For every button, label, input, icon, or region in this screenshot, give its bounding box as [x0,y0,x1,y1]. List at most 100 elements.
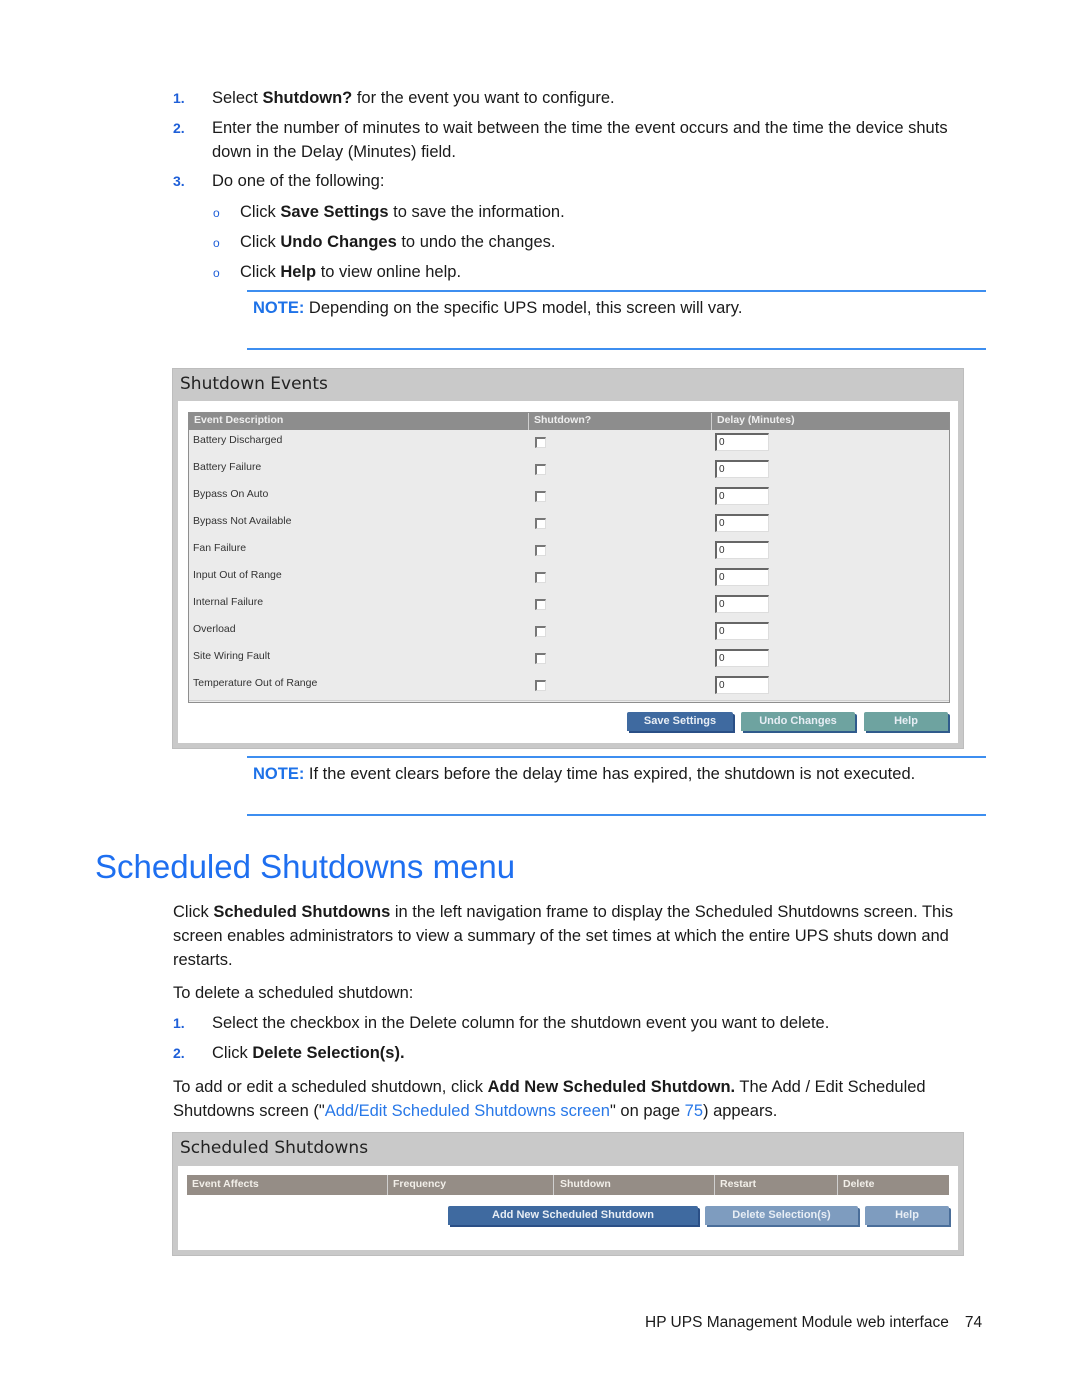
intro-line3: restarts. [173,951,233,969]
delete-step-1: Select the checkbox in the Delete column… [212,1014,830,1032]
shutdown-checkbox[interactable] [535,437,546,448]
step-1-text: Select Shutdown? for the event you want … [212,89,615,107]
delay-minutes-input[interactable] [715,433,769,451]
footer-title: HP UPS Management Module web interface [645,1314,949,1331]
header-separator [711,413,712,430]
col-shutdown: Shutdown? [534,414,592,426]
note-rule-top [247,756,986,758]
event-description: Site Wiring Fault [193,650,271,662]
note-rule-top [247,290,986,292]
scheduled-shutdowns-screen: Scheduled Shutdowns Event Affects Freque… [172,1132,964,1256]
header-separator [837,1175,838,1195]
shutdown-events-title: Shutdown Events [180,374,328,394]
col-event-affects: Event Affects [192,1178,259,1190]
note-rule-bottom [247,348,986,350]
event-description: Fan Failure [193,542,247,554]
col-event-description: Event Description [194,414,284,426]
table-row: Bypass Not Available [189,511,949,539]
intro-line2: screen enables administrators to view a … [173,927,949,945]
shutdown-checkbox[interactable] [535,626,546,637]
scheduled-shutdowns-panel: Event Affects Frequency Shutdown Restart… [178,1166,958,1250]
bullet-icon: o [213,236,220,250]
shutdown-checkbox[interactable] [535,680,546,691]
sub-bullet-save: Click Save Settings to save the informat… [240,203,565,221]
delay-minutes-input[interactable] [715,622,769,640]
col-delay: Delay (Minutes) [717,414,795,426]
step-number: 1. [173,90,185,106]
help-button[interactable]: Help [864,712,948,731]
header-separator [528,413,529,430]
delete-intro: To delete a scheduled shutdown: [173,984,414,1002]
note-rule-bottom [247,814,986,816]
delay-minutes-input[interactable] [715,649,769,667]
page-75-link[interactable]: 75 [685,1102,703,1120]
step-number: 1. [173,1015,185,1031]
shutdown-checkbox[interactable] [535,653,546,664]
shutdown-checkbox[interactable] [535,545,546,556]
shutdown-checkbox[interactable] [535,491,546,502]
step-2-line2: down in the Delay (Minutes) field. [212,143,456,161]
delay-minutes-input[interactable] [715,514,769,532]
delete-selections-button[interactable]: Delete Selection(s) [705,1206,858,1225]
shutdown-checkbox[interactable] [535,464,546,475]
table-row: Site Wiring Fault [189,646,949,674]
add-para-line2: Shutdowns screen ("Add/Edit Scheduled Sh… [173,1102,778,1120]
event-description: Internal Failure [193,596,264,608]
table-header: Event Description Shutdown? Delay (Minut… [189,413,949,430]
scheduled-table-header: Event Affects Frequency Shutdown Restart… [187,1175,949,1195]
table-row: Internal Failure [189,592,949,620]
delay-minutes-input[interactable] [715,568,769,586]
event-description: Battery Failure [193,461,262,473]
add-new-scheduled-shutdown-button[interactable]: Add New Scheduled Shutdown [448,1206,698,1225]
help-button[interactable]: Help [865,1206,949,1225]
save-settings-button[interactable]: Save Settings [627,712,733,731]
step-number: 3. [173,173,185,189]
event-description: Overload [193,623,236,635]
delay-minutes-input[interactable] [715,595,769,613]
bullet-icon: o [213,206,220,220]
footer: HP UPS Management Module web interface 74 [645,1311,982,1335]
event-description: Input Out of Range [193,569,282,581]
col-shutdown: Shutdown [560,1178,611,1190]
page-number: 74 [964,1314,983,1331]
col-frequency: Frequency [393,1178,447,1190]
undo-changes-button[interactable]: Undo Changes [741,712,855,731]
shutdown-events-screen: Shutdown Events Event Description Shutdo… [172,368,964,749]
table-row: Bypass On Auto [189,484,949,512]
note-event-clears: NOTE: If the event clears before the del… [253,765,916,783]
table-row: Fan Failure [189,538,949,566]
header-separator [553,1175,554,1195]
add-edit-screen-link[interactable]: Add/Edit Scheduled Shutdowns screen [325,1102,610,1120]
table-row: Battery Discharged [189,430,949,458]
shutdown-checkbox[interactable] [535,599,546,610]
scheduled-shutdowns-title: Scheduled Shutdowns [180,1138,369,1158]
delay-minutes-input[interactable] [715,676,769,694]
bullet-icon: o [213,266,220,280]
shutdown-checkbox[interactable] [535,572,546,583]
delay-minutes-input[interactable] [715,460,769,478]
note-depending: NOTE: Depending on the specific UPS mode… [253,299,743,317]
delay-minutes-input[interactable] [715,541,769,559]
step-3-text: Do one of the following: [212,172,385,190]
delete-step-2: Click Delete Selection(s). [212,1044,405,1062]
sub-bullet-undo: Click Undo Changes to undo the changes. [240,233,556,251]
delay-minutes-input[interactable] [715,487,769,505]
table-row: Input Out of Range [189,565,949,593]
header-separator [387,1175,388,1195]
event-description: Battery Discharged [193,434,283,446]
event-description: Bypass On Auto [193,488,269,500]
event-description: Temperature Out of Range [193,677,318,689]
col-restart: Restart [720,1178,757,1190]
section-heading: Scheduled Shutdowns menu [95,848,516,885]
add-para-line1: To add or edit a scheduled shutdown, cli… [173,1078,926,1096]
table-row: Temperature Out of Range [189,673,949,701]
intro-line1: Click Scheduled Shutdowns in the left na… [173,903,954,921]
sub-bullet-help: Click Help to view online help. [240,263,462,281]
step-2-line1: Enter the number of minutes to wait betw… [212,119,948,137]
header-separator [714,1175,715,1195]
step-number: 2. [173,1045,185,1061]
shutdown-checkbox[interactable] [535,518,546,529]
table-row: Battery Failure [189,457,949,485]
event-description: Bypass Not Available [193,515,292,527]
table-row: Overload [189,619,949,647]
